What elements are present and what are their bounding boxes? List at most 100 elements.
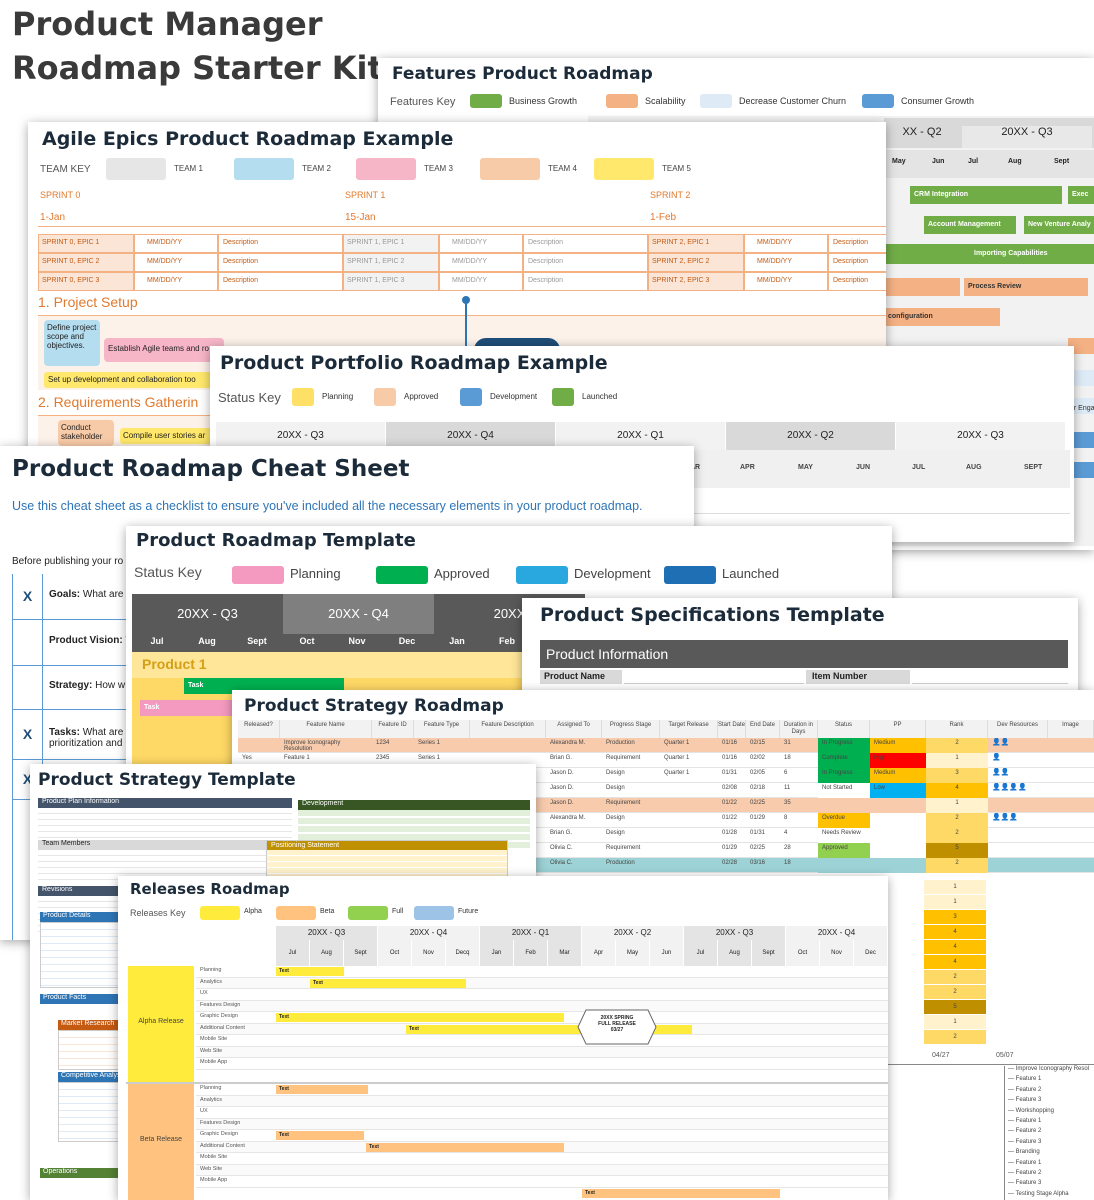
- sr-header-cell: Progress Stage: [602, 720, 660, 738]
- cheatsheet-check[interactable]: [13, 620, 43, 666]
- sr-timeline-item: — Feature 2: [1008, 1086, 1042, 1093]
- agile-epic-desc[interactable]: Description: [218, 234, 343, 253]
- features-bar-importing[interactable]: Importing Capabilities: [970, 244, 1094, 264]
- sr-cell-res: 👤👤: [992, 769, 1010, 776]
- features-bar-green-left: [884, 244, 970, 264]
- portfolio-status-swatch: [552, 388, 574, 406]
- sr-cell-target: [660, 813, 718, 828]
- agile-epic-date[interactable]: MM/DD/YY: [744, 234, 828, 253]
- agile-card-scope[interactable]: Define project scope and objectives.: [44, 320, 100, 366]
- template-month: Dec: [398, 636, 416, 646]
- sr-cell-pp: [870, 828, 926, 843]
- agile-epic-name[interactable]: SPRINT 0, EPIC 2: [38, 253, 134, 272]
- main-title-line2: Roadmap Starter Kit: [12, 49, 383, 87]
- agile-epic-desc[interactable]: Description: [218, 253, 343, 272]
- agile-epic-desc[interactable]: Description: [523, 253, 648, 272]
- agile-epic-name[interactable]: SPRINT 1, EPIC 2: [343, 253, 439, 272]
- template-month: Jul: [150, 636, 164, 646]
- agile-epic-desc[interactable]: Description: [218, 272, 343, 291]
- sr-cell-rank: 1: [926, 753, 988, 768]
- releases-bar[interactable]: Text: [276, 1013, 564, 1022]
- st-plan-lines: [38, 808, 292, 840]
- agile-epic-date[interactable]: MM/DD/YY: [134, 272, 218, 291]
- specs-product-name-field[interactable]: [624, 670, 804, 684]
- sr-cell-res: [988, 798, 1048, 813]
- releases-bar[interactable]: Text: [582, 1188, 780, 1198]
- features-bar-crm[interactable]: CRM Integration: [910, 186, 1062, 204]
- sr-cell-status: [818, 798, 870, 813]
- releases-task-row: [196, 1058, 888, 1070]
- releases-milestone[interactable]: 20XX SPRING FULL RELEASE 03/27: [594, 1015, 640, 1033]
- agile-card-stories[interactable]: Compile user stories ar: [120, 428, 212, 444]
- agile-epic-name[interactable]: SPRINT 1, EPIC 1: [343, 234, 439, 253]
- releases-bar[interactable]: Text: [310, 978, 466, 988]
- agile-epic-date[interactable]: MM/DD/YY: [134, 253, 218, 272]
- main-title: Product Manager Roadmap Starter Kit: [12, 2, 383, 90]
- sr-cell-stage: Design: [606, 830, 625, 836]
- sr-cell-target: Quarter 1: [664, 755, 690, 761]
- sr-cell-stage: Production: [606, 740, 635, 746]
- sr-timeline-item: — Workshopping: [1008, 1107, 1054, 1114]
- specs-item-number-field[interactable]: [912, 670, 1068, 684]
- agile-epic-date[interactable]: MM/DD/YY: [439, 253, 523, 272]
- agile-epic-name[interactable]: SPRINT 2, EPIC 1: [648, 234, 744, 253]
- features-bar-process[interactable]: Process Review: [964, 278, 1088, 296]
- agile-epic-desc[interactable]: Description: [523, 272, 648, 291]
- sr-cell-rank: 2: [926, 828, 988, 843]
- st-positioning: Positioning Statement: [267, 841, 507, 850]
- cheatsheet-check[interactable]: X: [13, 574, 43, 620]
- agile-section2-label: 2. Requirements Gatherin: [38, 394, 199, 410]
- agile-epic-name[interactable]: SPRINT 2, EPIC 2: [648, 253, 744, 272]
- cheatsheet-item-label: Tasks:: [49, 727, 83, 738]
- releases-key-label: Future: [458, 908, 479, 915]
- agile-card-stakeholder[interactable]: Conduct stakeholder: [58, 420, 114, 446]
- features-bar-venture[interactable]: New Venture Analy: [1024, 216, 1094, 234]
- specs-section-label: Product Information: [546, 646, 669, 662]
- cheatsheet-check[interactable]: [13, 666, 43, 710]
- sr-cell-start: 01/16: [722, 755, 738, 761]
- features-bar-exec[interactable]: Exec: [1068, 186, 1094, 204]
- cheatsheet-item-desc: What are: [82, 589, 124, 600]
- cheatsheet-check[interactable]: X: [13, 710, 43, 760]
- sr-cell-end: 01/29: [750, 815, 766, 821]
- releases-sheet[interactable]: Releases Roadmap Releases Key Alpha Beta F…: [118, 876, 888, 1200]
- agile-epic-desc[interactable]: Description: [523, 234, 648, 253]
- sr-cell-status: Needs Review: [818, 828, 870, 843]
- agile-epic-name[interactable]: SPRINT 0, EPIC 1: [38, 234, 134, 253]
- sr-extra-rank: 4: [924, 940, 986, 955]
- releases-bar[interactable]: Text: [276, 1085, 368, 1094]
- sr-cell-dur: 28: [784, 845, 791, 851]
- agile-epic-date[interactable]: MM/DD/YY: [134, 234, 218, 253]
- sr-cell-res: [988, 858, 1048, 873]
- agile-epic-date[interactable]: MM/DD/YY: [439, 234, 523, 253]
- specs-sheet[interactable]: Product Specifications Template Product …: [522, 598, 1078, 698]
- features-key-label-item: Scalability: [645, 96, 686, 106]
- agile-epic-date[interactable]: MM/DD/YY: [439, 272, 523, 291]
- cheatsheet-before: Before publishing your ro: [12, 556, 124, 567]
- agile-epic-date[interactable]: MM/DD/YY: [744, 272, 828, 291]
- sr-header-cell: Assigned To: [546, 720, 602, 738]
- agile-epic-name[interactable]: SPRINT 1, EPIC 3: [343, 272, 439, 291]
- releases-bar[interactable]: Text: [276, 967, 344, 976]
- sr-cell-dur: 4: [784, 830, 788, 836]
- sr-cell-rank: 4: [926, 783, 988, 798]
- agile-card-teams[interactable]: Establish Agile teams and ro: [104, 338, 224, 362]
- cheatsheet-item-label: Goals:: [49, 589, 83, 600]
- agile-epic-date[interactable]: MM/DD/YY: [744, 253, 828, 272]
- cheatsheet-item-label: Product Vision:: [49, 635, 126, 646]
- strategy-roadmap-extra-ranks: 11344422512: [924, 880, 992, 1050]
- agile-epic-desc[interactable]: Description: [828, 234, 886, 253]
- releases-bar[interactable]: Text: [366, 1142, 564, 1152]
- releases-bar[interactable]: Text: [276, 1131, 364, 1140]
- agile-epic-name[interactable]: SPRINT 0, EPIC 3: [38, 272, 134, 291]
- features-bar-account[interactable]: Account Management: [924, 216, 1016, 234]
- agile-card-collab[interactable]: Set up development and collaboration too: [44, 372, 214, 388]
- features-bar-config[interactable]: configuration: [884, 308, 1000, 326]
- agile-epic-name[interactable]: SPRINT 2, EPIC 3: [648, 272, 744, 291]
- agile-epic-desc[interactable]: Description: [828, 253, 886, 272]
- agile-epic-desc[interactable]: Description: [828, 272, 886, 291]
- template-title: Product Roadmap Template: [136, 530, 416, 551]
- sr-header-cell: Feature Name: [280, 720, 372, 738]
- cheatsheet-intro: Use this cheat sheet as a checklist to e…: [12, 499, 643, 513]
- sr-cell-assigned: Alexandra M.: [550, 740, 586, 746]
